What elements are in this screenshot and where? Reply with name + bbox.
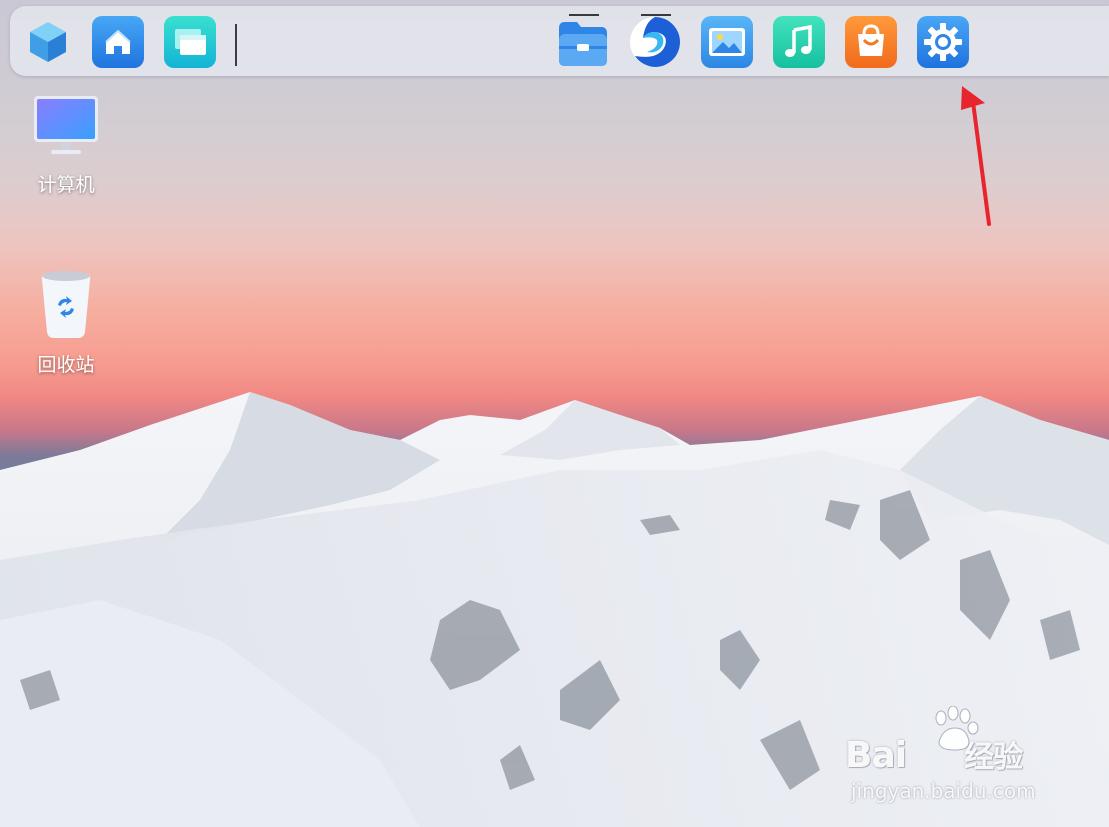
image-viewer-button[interactable]: [701, 16, 753, 68]
desktop-icon-trash[interactable]: 回收站: [21, 268, 111, 377]
watermark-site: jingyan.baidu.com: [851, 779, 1036, 803]
desktop-icon-label: 计算机: [37, 174, 95, 196]
desktop-wallpaper: [0, 0, 1109, 827]
multitask-view-button[interactable]: [164, 16, 216, 68]
picture-icon: [709, 28, 745, 56]
running-indicator: [641, 14, 671, 16]
gear-icon: [924, 23, 962, 61]
dock-separator: [235, 24, 237, 66]
top-dock: [10, 6, 1109, 76]
running-indicator: [569, 14, 599, 16]
shopping-bag-icon: [858, 24, 884, 56]
baidu-jingyan-watermark: Bai 经验 jingyan.baidu.com: [845, 706, 1055, 806]
browser-button[interactable]: [629, 14, 681, 68]
browser-icon: [630, 17, 680, 67]
home-button[interactable]: [92, 16, 144, 68]
file-manager-button[interactable]: [557, 14, 609, 68]
music-button[interactable]: [773, 16, 825, 68]
monitor-icon: [34, 96, 98, 154]
control-center-button[interactable]: [917, 16, 969, 68]
desktop-icon-computer[interactable]: 计算机: [21, 94, 111, 197]
desktop-icon-label: 回收站: [37, 354, 95, 376]
app-store-button[interactable]: [845, 16, 897, 68]
windows-stack-icon: [175, 29, 206, 55]
trash-bin-icon: [41, 271, 91, 338]
home-icon: [105, 29, 131, 54]
watermark-brand: Bai 经验: [845, 735, 1023, 776]
cube-logo-icon: [30, 22, 66, 62]
music-note-icon: [785, 24, 812, 57]
start-menu-button[interactable]: [22, 16, 74, 68]
folder-icon: [559, 22, 607, 66]
